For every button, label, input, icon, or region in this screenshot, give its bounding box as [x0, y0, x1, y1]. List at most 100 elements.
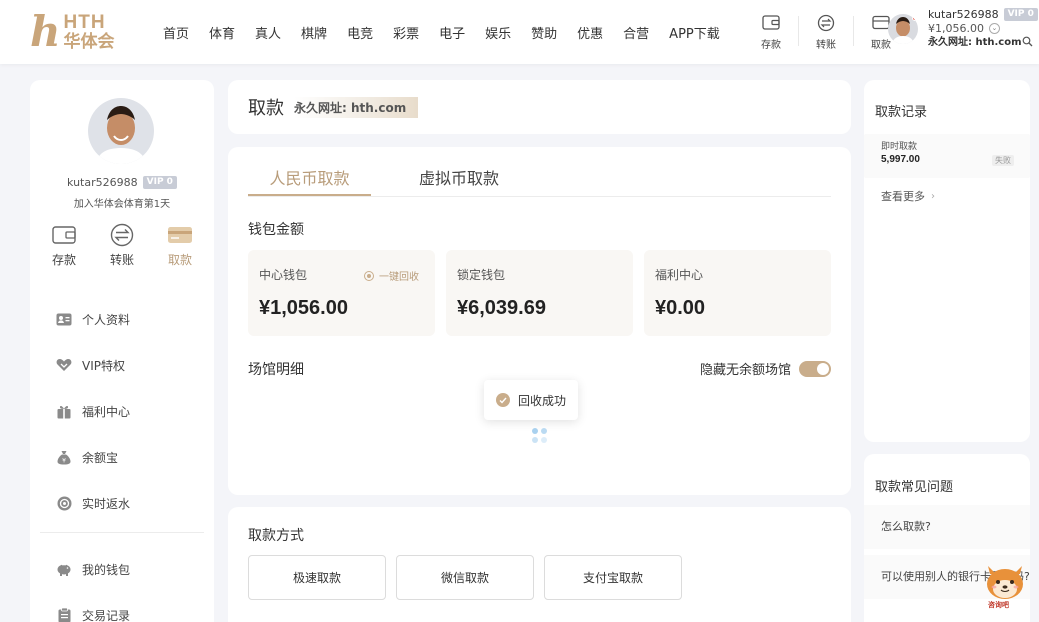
nav-entertainment[interactable]: 娱乐 [485, 23, 511, 42]
one-click-recycle-button[interactable]: 一键回收 [364, 268, 419, 283]
hth-logo[interactable]: h HTH 华体会 [30, 10, 130, 54]
wallet-boxes: 中心钱包 ¥1,056.00 一键回收 锁定钱包 ¥6,039.69 福利中心 … [248, 250, 831, 336]
quick-transfer-label: 转账 [109, 253, 134, 267]
account-menu: 个人资料 VIP特权 福利中心 ¥ 余额宝 实时返水 [30, 296, 214, 526]
header-url-row: 永久网址: hth.com [928, 36, 1038, 52]
chevron-down-icon[interactable]: ⌄ [988, 23, 1000, 35]
faq-item[interactable]: 怎么取款? [864, 505, 1030, 549]
header-actions: 存款 转账 取款 [748, 10, 908, 54]
nav-lottery[interactable]: 彩票 [393, 23, 419, 42]
profile-card-icon [55, 310, 73, 328]
view-more-label: 查看更多 [881, 190, 925, 203]
header-transfer-button[interactable]: 转账 [803, 10, 849, 54]
header-deposit-label: 存款 [761, 39, 781, 51]
header-balance: ¥1,056.00 [928, 21, 984, 35]
menu-vip[interactable]: VIP特权 [30, 342, 214, 388]
search-icon[interactable] [1022, 36, 1033, 52]
gift-icon [55, 402, 73, 420]
transfer-icon [816, 14, 836, 32]
wallet-box-central: 中心钱包 ¥1,056.00 一键回收 [248, 250, 435, 336]
nav-affiliate[interactable]: 合营 [623, 23, 649, 42]
hide-empty-venues: 隐藏无余额场馆 [700, 359, 831, 378]
menu-transactions[interactable]: 交易记录 [30, 592, 214, 622]
menu-welfare[interactable]: 福利中心 [30, 388, 214, 434]
hide-empty-toggle[interactable] [799, 360, 831, 377]
menu-yuebao[interactable]: ¥ 余额宝 [30, 434, 214, 480]
nav-app-download[interactable]: APP下载 [669, 23, 720, 42]
menu-profile[interactable]: 个人资料 [30, 296, 214, 342]
nav-promotions[interactable]: 优惠 [577, 23, 603, 42]
withdraw-tabs: 人民币取款 虚拟币取款 [248, 165, 831, 197]
logo-mark: h [30, 7, 61, 56]
nav-live[interactable]: 真人 [255, 23, 281, 42]
withdraw-method-buttons: 极速取款 微信取款 支付宝取款 [248, 555, 692, 600]
permanent-url: 永久网址: hth.com [294, 96, 419, 118]
header-balance-row: ¥1,056.00 ⌄ [928, 22, 1038, 36]
profile-username: kutar526988 [67, 176, 138, 189]
record-status-badge: 失败 [992, 155, 1014, 166]
record-type: 即时取款 [881, 142, 918, 152]
quick-withdraw-button[interactable]: 取款 [158, 223, 202, 268]
loading-spinner-icon [532, 428, 548, 444]
nav-sports[interactable]: 体育 [209, 23, 235, 42]
withdraw-method-card: 取款方式 极速取款 微信取款 支付宝取款 [228, 507, 851, 622]
success-toast: 回收成功 [484, 380, 578, 420]
header-separator [853, 16, 854, 46]
profile-vip-badge: VIP 0 [142, 176, 177, 189]
top-header: h HTH 华体会 首页 体育 真人 棋牌 电竞 彩票 电子 娱乐 赞助 优惠 … [0, 0, 1039, 64]
menu-transactions-label: 交易记录 [82, 608, 131, 622]
rebate-icon [55, 494, 73, 512]
record-icon [55, 606, 73, 622]
wallet-amount-label: 钱包金额 [248, 222, 304, 238]
tab-rmb-withdraw[interactable]: 人民币取款 [248, 165, 371, 196]
profile-avatar[interactable] [88, 98, 154, 164]
logo-text: HTH 华体会 [64, 13, 115, 51]
sidebar-divider [40, 532, 204, 533]
record-amount: 5,997.00 [881, 154, 920, 165]
check-circle-icon [496, 393, 510, 407]
tab-crypto-withdraw[interactable]: 虚拟币取款 [394, 165, 524, 196]
menu-welfare-label: 福利中心 [82, 404, 131, 419]
wallet-card: 人民币取款 虚拟币取款 钱包金额 中心钱包 ¥1,056.00 一键回收 锁定钱… [228, 147, 851, 495]
wallet-value: ¥1,056.00 [259, 297, 348, 319]
join-days-text: 加入华体会体育第1天 [73, 199, 171, 210]
money-bag-icon: ¥ [55, 448, 73, 466]
record-item[interactable]: 即时取款 5,997.00 失败 [864, 134, 1030, 178]
view-more-link[interactable]: 查看更多 › [881, 188, 935, 204]
nav-sponsor[interactable]: 赞助 [531, 23, 557, 42]
header-user-info: kutar526988 VIP 0 ¥1,056.00 ⌄ 永久网址: hth.… [928, 8, 1038, 51]
header-transfer-label: 转账 [816, 39, 836, 51]
nav-slots[interactable]: 电子 [439, 23, 465, 42]
vip-heart-icon [55, 356, 73, 374]
menu-vip-label: VIP特权 [82, 358, 125, 373]
nav-home[interactable]: 首页 [163, 23, 189, 42]
nav-esports[interactable]: 电竞 [347, 23, 373, 42]
quick-deposit-button[interactable]: 存款 [42, 223, 86, 268]
header-avatar[interactable] [888, 14, 918, 44]
nav-chess[interactable]: 棋牌 [301, 23, 327, 42]
quick-withdraw-label: 取款 [167, 253, 192, 267]
main-nav: 首页 体育 真人 棋牌 电竞 彩票 电子 娱乐 赞助 优惠 合营 APP下载 [153, 0, 730, 64]
wallet-label: 锁定钱包 [457, 268, 506, 282]
header-user[interactable]: kutar526988 VIP 0 ¥1,056.00 ⌄ 永久网址: hth.… [888, 8, 1038, 51]
recycle-icon [364, 270, 374, 281]
menu-my-wallet[interactable]: 我的钱包 [30, 546, 214, 592]
quick-transfer-button[interactable]: 转账 [100, 223, 144, 268]
profile-username-row: kutar526988 VIP 0 [30, 176, 214, 189]
header-deposit-button[interactable]: 存款 [748, 10, 794, 54]
wechat-withdraw-button[interactable]: 微信取款 [396, 555, 534, 600]
menu-rebate[interactable]: 实时返水 [30, 480, 214, 526]
menu-my-wallet-label: 我的钱包 [82, 562, 131, 577]
toast-text: 回收成功 [518, 393, 567, 408]
wallet-value: ¥6,039.69 [457, 297, 546, 319]
alipay-withdraw-button[interactable]: 支付宝取款 [544, 555, 682, 600]
withdraw-records-card: 取款记录 即时取款 5,997.00 失败 查看更多 › [864, 80, 1030, 442]
withdraw-method-label: 取款方式 [248, 528, 304, 544]
vip-badge: VIP 0 [1003, 8, 1038, 22]
transfer-icon [109, 223, 135, 247]
fast-withdraw-button[interactable]: 极速取款 [248, 555, 386, 600]
page-title: 取款 [248, 98, 284, 119]
venue-detail-label: 场馆明细 [248, 362, 304, 378]
sidebar: kutar526988 VIP 0 加入华体会体育第1天 存款 转账 取款 个人… [30, 80, 214, 622]
page-title-card: 取款 永久网址: hth.com [228, 80, 851, 134]
